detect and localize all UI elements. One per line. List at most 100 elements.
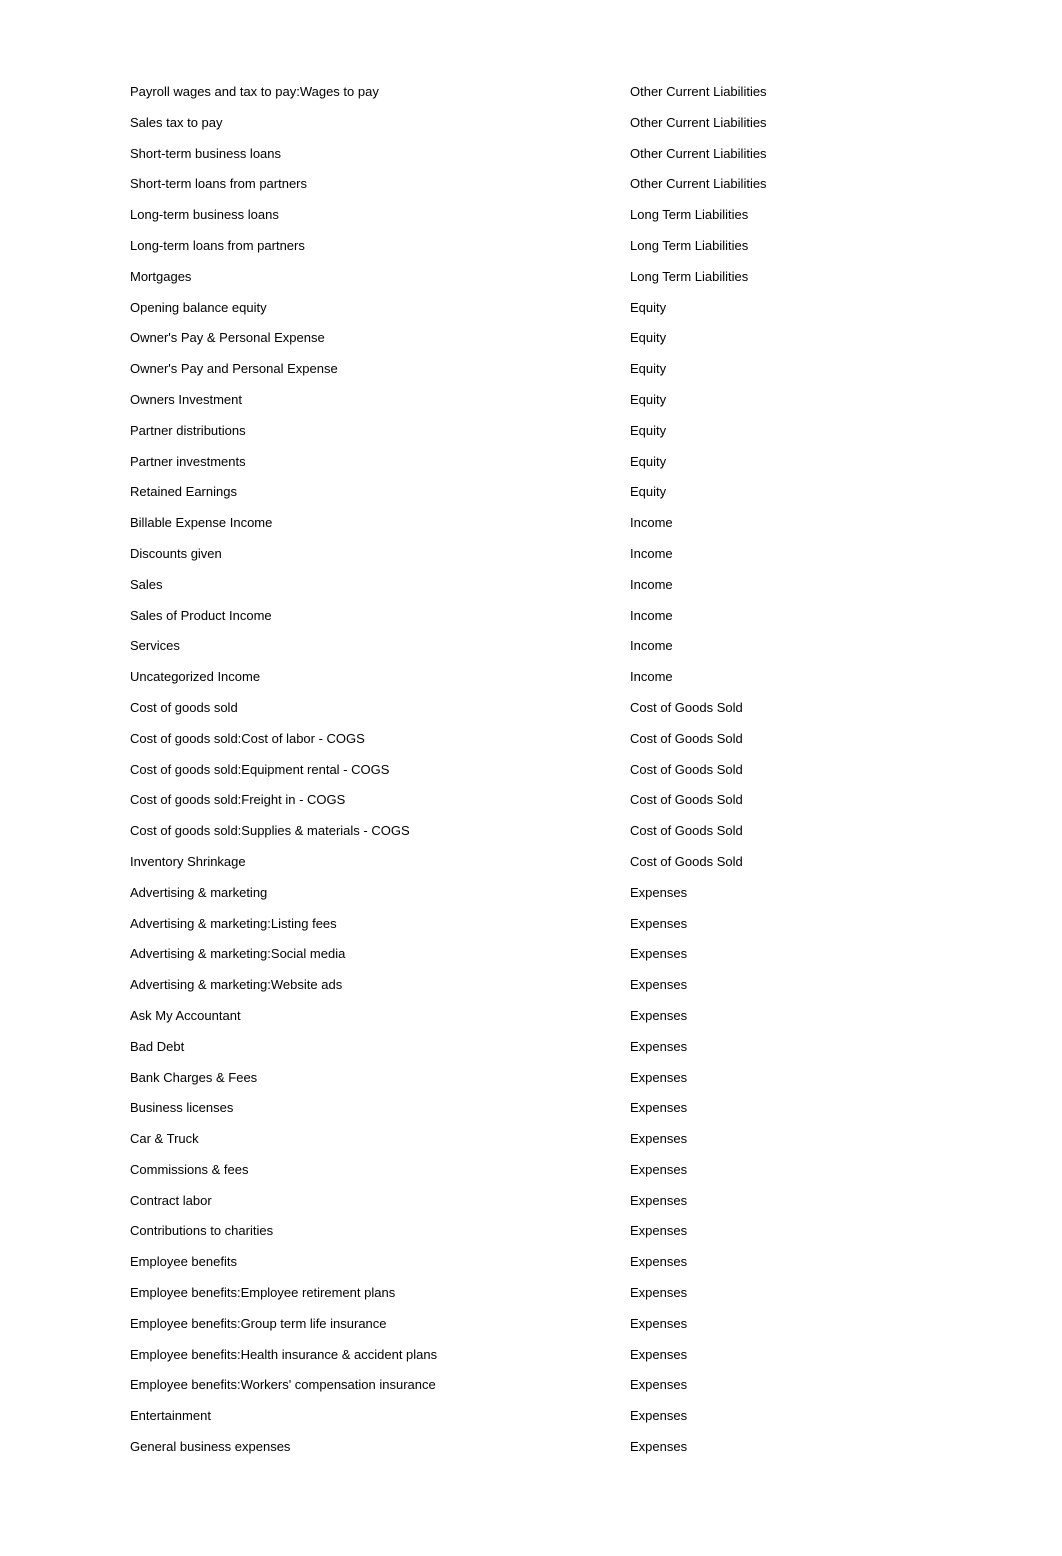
table-row: Employee benefits:Group term life insura… bbox=[130, 1316, 932, 1347]
account-type: Income bbox=[630, 638, 932, 653]
account-name: Partner investments bbox=[130, 454, 630, 469]
account-name: Long-term loans from partners bbox=[130, 238, 630, 253]
account-type: Expenses bbox=[630, 885, 932, 900]
account-name: Advertising & marketing:Social media bbox=[130, 946, 630, 961]
table-row: Cost of goods sold:Supplies & materials … bbox=[130, 823, 932, 854]
account-type: Expenses bbox=[630, 1070, 932, 1085]
account-name: Inventory Shrinkage bbox=[130, 854, 630, 869]
account-name: Cost of goods sold:Cost of labor - COGS bbox=[130, 731, 630, 746]
table-row: Payroll wages and tax to pay:Wages to pa… bbox=[130, 84, 932, 115]
account-name: Sales of Product Income bbox=[130, 608, 630, 623]
account-type: Expenses bbox=[630, 1100, 932, 1115]
account-name: Cost of goods sold:Supplies & materials … bbox=[130, 823, 630, 838]
account-name: Contributions to charities bbox=[130, 1223, 630, 1238]
account-type: Equity bbox=[630, 361, 932, 376]
account-name: Opening balance equity bbox=[130, 300, 630, 315]
table-row: Car & TruckExpenses bbox=[130, 1131, 932, 1162]
account-name: Car & Truck bbox=[130, 1131, 630, 1146]
account-name: Ask My Accountant bbox=[130, 1008, 630, 1023]
account-type: Other Current Liabilities bbox=[630, 84, 932, 99]
table-row: Advertising & marketing:Listing feesExpe… bbox=[130, 916, 932, 947]
account-name: Mortgages bbox=[130, 269, 630, 284]
account-name: Payroll wages and tax to pay:Wages to pa… bbox=[130, 84, 630, 99]
account-type: Expenses bbox=[630, 1131, 932, 1146]
table-row: Advertising & marketing:Social mediaExpe… bbox=[130, 946, 932, 977]
account-name: Retained Earnings bbox=[130, 484, 630, 499]
account-name: Uncategorized Income bbox=[130, 669, 630, 684]
table-row: Billable Expense IncomeIncome bbox=[130, 515, 932, 546]
table-row: Employee benefits:Workers' compensation … bbox=[130, 1377, 932, 1408]
table-row: Owners InvestmentEquity bbox=[130, 392, 932, 423]
account-name: Cost of goods sold:Equipment rental - CO… bbox=[130, 762, 630, 777]
table-row: Owner's Pay & Personal ExpenseEquity bbox=[130, 330, 932, 361]
account-type: Cost of Goods Sold bbox=[630, 700, 932, 715]
account-type: Equity bbox=[630, 484, 932, 499]
account-name: Commissions & fees bbox=[130, 1162, 630, 1177]
table-row: Cost of goods sold:Freight in - COGSCost… bbox=[130, 792, 932, 823]
account-type: Expenses bbox=[630, 1347, 932, 1362]
table-row: ServicesIncome bbox=[130, 638, 932, 669]
account-type: Expenses bbox=[630, 1039, 932, 1054]
table-row: Opening balance equityEquity bbox=[130, 300, 932, 331]
account-type: Expenses bbox=[630, 916, 932, 931]
account-type: Income bbox=[630, 608, 932, 623]
account-type: Cost of Goods Sold bbox=[630, 854, 932, 869]
account-type: Expenses bbox=[630, 1254, 932, 1269]
account-name: Employee benefits:Workers' compensation … bbox=[130, 1377, 630, 1392]
account-type: Expenses bbox=[630, 1439, 932, 1454]
account-name: Advertising & marketing:Website ads bbox=[130, 977, 630, 992]
account-type: Cost of Goods Sold bbox=[630, 823, 932, 838]
table-row: Advertising & marketing:Website adsExpen… bbox=[130, 977, 932, 1008]
account-table: Payroll wages and tax to pay:Wages to pa… bbox=[0, 0, 1062, 1470]
table-row: Bad DebtExpenses bbox=[130, 1039, 932, 1070]
table-row: Long-term business loansLong Term Liabil… bbox=[130, 207, 932, 238]
account-type: Cost of Goods Sold bbox=[630, 731, 932, 746]
account-type: Expenses bbox=[630, 1162, 932, 1177]
table-row: Cost of goods sold:Cost of labor - COGSC… bbox=[130, 731, 932, 762]
table-row: Long-term loans from partnersLong Term L… bbox=[130, 238, 932, 269]
account-type: Equity bbox=[630, 392, 932, 407]
account-name: Owner's Pay & Personal Expense bbox=[130, 330, 630, 345]
account-name: Long-term business loans bbox=[130, 207, 630, 222]
account-type: Cost of Goods Sold bbox=[630, 762, 932, 777]
account-type: Income bbox=[630, 546, 932, 561]
account-name: Bank Charges & Fees bbox=[130, 1070, 630, 1085]
table-row: Short-term business loansOther Current L… bbox=[130, 146, 932, 177]
account-name: Bad Debt bbox=[130, 1039, 630, 1054]
account-type: Long Term Liabilities bbox=[630, 238, 932, 253]
account-name: Sales tax to pay bbox=[130, 115, 630, 130]
table-row: Owner's Pay and Personal ExpenseEquity bbox=[130, 361, 932, 392]
table-row: Short-term loans from partnersOther Curr… bbox=[130, 176, 932, 207]
table-row: Sales of Product IncomeIncome bbox=[130, 608, 932, 639]
account-name: Business licenses bbox=[130, 1100, 630, 1115]
account-type: Other Current Liabilities bbox=[630, 146, 932, 161]
table-row: Sales tax to payOther Current Liabilitie… bbox=[130, 115, 932, 146]
table-row: Discounts givenIncome bbox=[130, 546, 932, 577]
account-name: Owners Investment bbox=[130, 392, 630, 407]
account-type: Other Current Liabilities bbox=[630, 176, 932, 191]
account-name: Cost of goods sold bbox=[130, 700, 630, 715]
account-type: Expenses bbox=[630, 1008, 932, 1023]
account-type: Long Term Liabilities bbox=[630, 207, 932, 222]
account-type: Expenses bbox=[630, 1316, 932, 1331]
account-type: Expenses bbox=[630, 1377, 932, 1392]
account-name: General business expenses bbox=[130, 1439, 630, 1454]
account-name: Contract labor bbox=[130, 1193, 630, 1208]
account-name: Cost of goods sold:Freight in - COGS bbox=[130, 792, 630, 807]
account-type: Equity bbox=[630, 300, 932, 315]
account-type: Expenses bbox=[630, 1223, 932, 1238]
table-row: Partner distributionsEquity bbox=[130, 423, 932, 454]
table-row: Employee benefits:Health insurance & acc… bbox=[130, 1347, 932, 1378]
table-row: Bank Charges & FeesExpenses bbox=[130, 1070, 932, 1101]
account-type: Cost of Goods Sold bbox=[630, 792, 932, 807]
account-type: Expenses bbox=[630, 1285, 932, 1300]
account-name: Services bbox=[130, 638, 630, 653]
account-type: Income bbox=[630, 669, 932, 684]
table-row: General business expensesExpenses bbox=[130, 1439, 932, 1470]
table-row: Advertising & marketingExpenses bbox=[130, 885, 932, 916]
account-name: Employee benefits:Group term life insura… bbox=[130, 1316, 630, 1331]
account-name: Employee benefits:Health insurance & acc… bbox=[130, 1347, 630, 1362]
account-name: Owner's Pay and Personal Expense bbox=[130, 361, 630, 376]
table-row: Cost of goods sold:Equipment rental - CO… bbox=[130, 762, 932, 793]
account-type: Equity bbox=[630, 454, 932, 469]
